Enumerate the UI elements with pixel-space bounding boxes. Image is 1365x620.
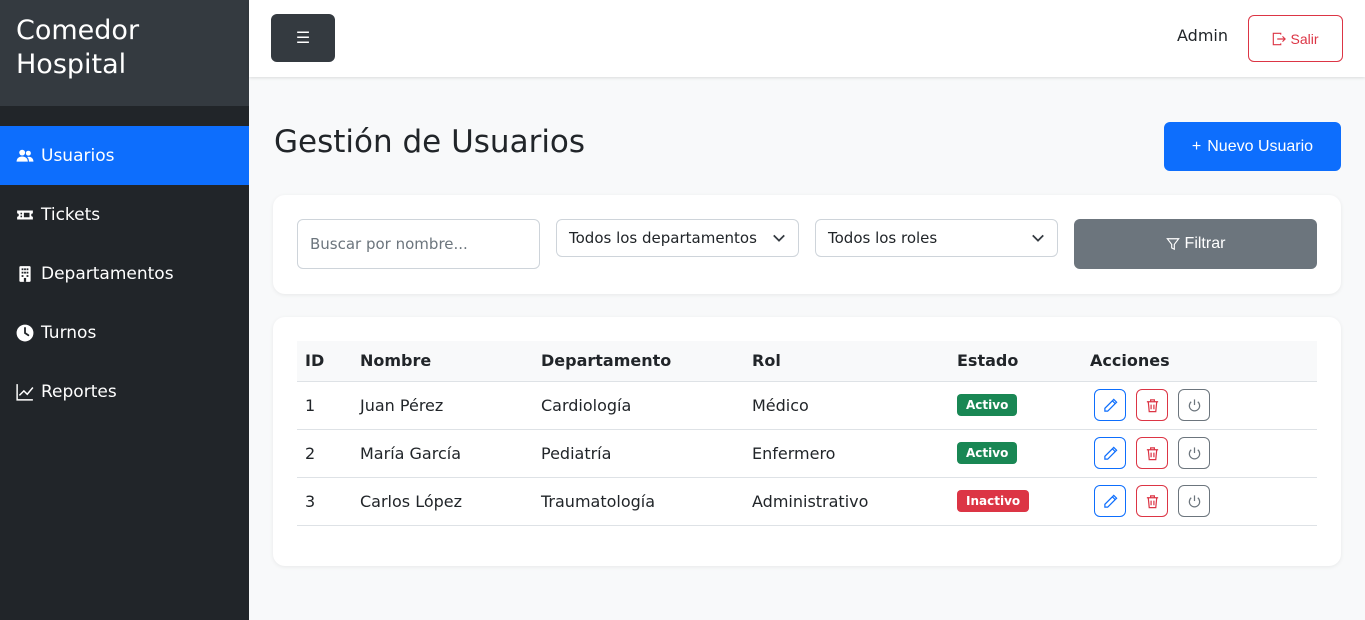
filter-button-label: Filtrar xyxy=(1184,235,1226,252)
sidebar-item-label: Reportes xyxy=(41,381,117,402)
page-title: Gestión de Usuarios xyxy=(274,124,586,160)
sidebar-item-label: Departamentos xyxy=(41,263,174,284)
sidebar-item-label: Turnos xyxy=(41,322,97,343)
cell-nombre: Carlos López xyxy=(352,477,533,526)
ticket-icon xyxy=(16,206,34,224)
search-input[interactable] xyxy=(297,219,540,269)
topbar: ☰ Admin Salir xyxy=(249,0,1365,77)
cell-acciones xyxy=(1082,477,1317,526)
chevron-down-icon xyxy=(1032,234,1044,242)
current-user: Admin xyxy=(1177,26,1228,45)
menu-toggle-button[interactable]: ☰ xyxy=(271,14,335,62)
cell-rol: Administrativo xyxy=(744,477,949,526)
cell-id: 3 xyxy=(297,477,352,526)
column-header-id: ID xyxy=(297,341,352,382)
sidebar-item-turnos[interactable]: Turnos xyxy=(0,303,249,362)
cell-id: 1 xyxy=(297,381,352,430)
users-icon xyxy=(16,147,34,165)
table-row: 1 Juan Pérez Cardiología Médico Activo xyxy=(297,381,1317,430)
pencil-icon xyxy=(1103,494,1117,508)
column-header-estado: Estado xyxy=(949,341,1082,382)
trash-icon xyxy=(1146,446,1158,460)
trash-icon xyxy=(1146,494,1158,508)
cell-rol: Enfermero xyxy=(744,429,949,478)
department-select-value: Todos los departamentos xyxy=(569,229,757,247)
sidebar-item-departamentos[interactable]: Departamentos xyxy=(0,244,249,303)
trash-icon xyxy=(1146,398,1158,412)
logout-button[interactable]: Salir xyxy=(1248,15,1343,62)
new-user-label: Nuevo Usuario xyxy=(1207,137,1314,155)
column-header-departamento: Departamento xyxy=(533,341,744,382)
sidebar-item-label: Usuarios xyxy=(41,145,115,166)
delete-button[interactable] xyxy=(1136,437,1168,469)
toggle-status-button[interactable] xyxy=(1178,485,1210,517)
sidebar: Comedor Hospital Usuarios Tickets Depart… xyxy=(0,0,249,620)
table-row: 3 Carlos López Traumatología Administrat… xyxy=(297,477,1317,526)
filter-card: Todos los departamentos Todos los roles … xyxy=(273,195,1341,294)
cell-nombre: María García xyxy=(352,429,533,478)
column-header-acciones: Acciones xyxy=(1082,341,1317,382)
table-header-row: ID Nombre Departamento Rol Estado Accion… xyxy=(297,341,1317,382)
chart-icon xyxy=(16,383,34,401)
pencil-icon xyxy=(1103,398,1117,412)
logout-icon xyxy=(1273,32,1287,45)
power-icon xyxy=(1188,494,1200,507)
chevron-down-icon xyxy=(773,234,785,242)
cell-departamento: Pediatría xyxy=(533,429,744,478)
building-icon xyxy=(16,265,34,283)
sidebar-item-tickets[interactable]: Tickets xyxy=(0,185,249,244)
status-badge: Activo xyxy=(957,394,1018,416)
cell-estado: Activo xyxy=(949,429,1082,478)
cell-departamento: Cardiología xyxy=(533,381,744,430)
sidebar-item-reportes[interactable]: Reportes xyxy=(0,362,249,421)
cell-acciones xyxy=(1082,381,1317,430)
delete-button[interactable] xyxy=(1136,485,1168,517)
edit-button[interactable] xyxy=(1094,485,1126,517)
edit-button[interactable] xyxy=(1094,389,1126,421)
column-header-nombre: Nombre xyxy=(352,341,533,382)
department-select[interactable]: Todos los departamentos xyxy=(556,219,799,257)
power-icon xyxy=(1188,446,1200,459)
role-select-value: Todos los roles xyxy=(828,229,938,247)
cell-rol: Médico xyxy=(744,381,949,430)
users-table-card: ID Nombre Departamento Rol Estado Accion… xyxy=(273,317,1341,566)
app-brand: Comedor Hospital xyxy=(0,0,249,106)
role-select[interactable]: Todos los roles xyxy=(815,219,1058,257)
funnel-icon xyxy=(1165,238,1180,251)
status-badge: Activo xyxy=(957,442,1018,464)
users-table: ID Nombre Departamento Rol Estado Accion… xyxy=(297,341,1317,526)
sidebar-item-label: Tickets xyxy=(41,204,101,225)
sidebar-item-usuarios[interactable]: Usuarios xyxy=(0,126,249,185)
new-user-button[interactable]: + Nuevo Usuario xyxy=(1164,122,1341,171)
table-row: 2 María García Pediatría Enfermero Activ… xyxy=(297,429,1317,478)
plus-icon: + xyxy=(1191,137,1202,155)
sidebar-nav: Usuarios Tickets Departamentos Turnos Re… xyxy=(0,126,249,421)
edit-button[interactable] xyxy=(1094,437,1126,469)
cell-departamento: Traumatología xyxy=(533,477,744,526)
power-icon xyxy=(1188,398,1200,411)
cell-id: 2 xyxy=(297,429,352,478)
filter-button[interactable]: Filtrar xyxy=(1074,219,1317,269)
hamburger-icon: ☰ xyxy=(295,30,311,47)
column-header-rol: Rol xyxy=(744,341,949,382)
cell-nombre: Juan Pérez xyxy=(352,381,533,430)
status-badge: Inactivo xyxy=(957,490,1030,512)
pencil-icon xyxy=(1103,446,1117,460)
cell-estado: Inactivo xyxy=(949,477,1082,526)
cell-acciones xyxy=(1082,429,1317,478)
toggle-status-button[interactable] xyxy=(1178,389,1210,421)
logout-label: Salir xyxy=(1290,30,1319,47)
clock-icon xyxy=(16,324,34,342)
delete-button[interactable] xyxy=(1136,389,1168,421)
cell-estado: Activo xyxy=(949,381,1082,430)
toggle-status-button[interactable] xyxy=(1178,437,1210,469)
